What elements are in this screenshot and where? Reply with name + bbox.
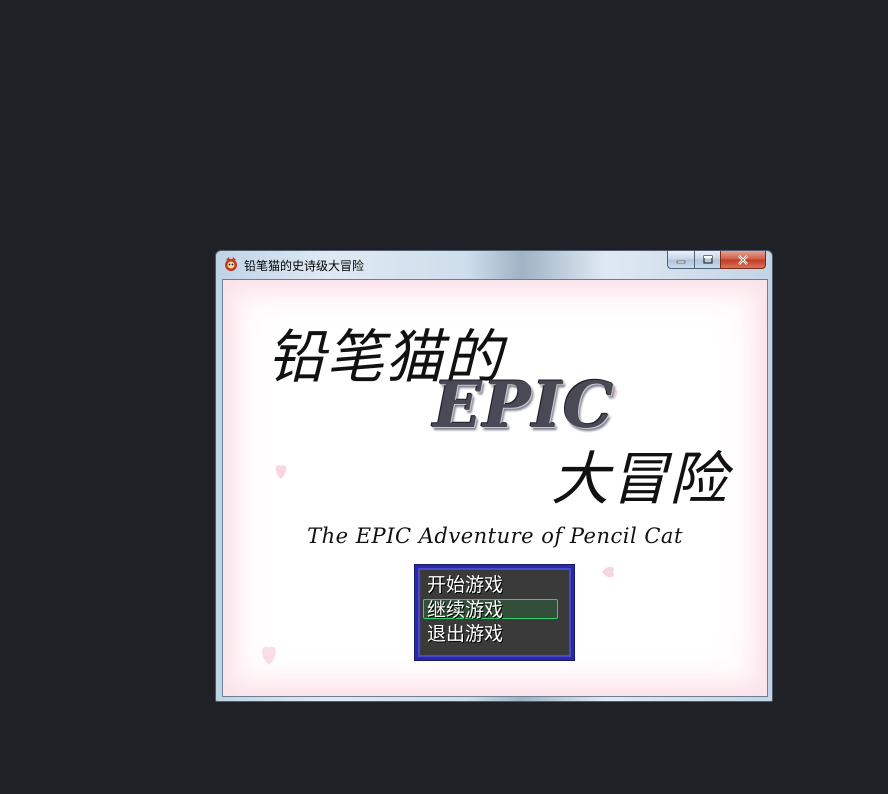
- petal-icon: [275, 465, 287, 479]
- petal-icon: [262, 646, 276, 665]
- menu-item-exit[interactable]: 退出游戏: [427, 623, 503, 645]
- window-title: 铅笔猫的史诗级大冒险: [244, 259, 365, 273]
- menu-item-new-game[interactable]: 开始游戏: [427, 574, 503, 596]
- game-subtitle: The EPIC Adventure of Pencil Cat: [307, 524, 683, 548]
- app-icon[interactable]: [223, 256, 239, 272]
- menu-item-label: 继续游戏: [427, 599, 504, 621]
- game-title-line3: 大冒险: [551, 445, 729, 513]
- close-button[interactable]: [720, 251, 766, 269]
- game-canvas[interactable]: 铅笔猫的 EPIC 大冒险 The EPIC Adventure of Penc…: [222, 279, 768, 697]
- menu-item-continue[interactable]: 继续游戏: [422, 599, 559, 621]
- game-window: 铅笔猫的史诗级大冒险 铅笔猫的 EPIC 大冒险 The EPIC Advent…: [215, 250, 773, 702]
- minimize-button[interactable]: [667, 251, 694, 269]
- maximize-icon: [702, 255, 713, 264]
- title-bar[interactable]: 铅笔猫的史诗级大冒险: [216, 251, 772, 277]
- menu-item-label: 开始游戏: [427, 574, 504, 596]
- minimize-icon: [676, 260, 686, 263]
- maximize-button[interactable]: [694, 251, 720, 269]
- close-icon: [738, 254, 748, 265]
- title-menu: 开始游戏 继续游戏 退出游戏: [415, 565, 574, 660]
- window-controls: [667, 251, 766, 270]
- menu-item-label: 退出游戏: [427, 623, 504, 645]
- petal-icon: [602, 566, 614, 578]
